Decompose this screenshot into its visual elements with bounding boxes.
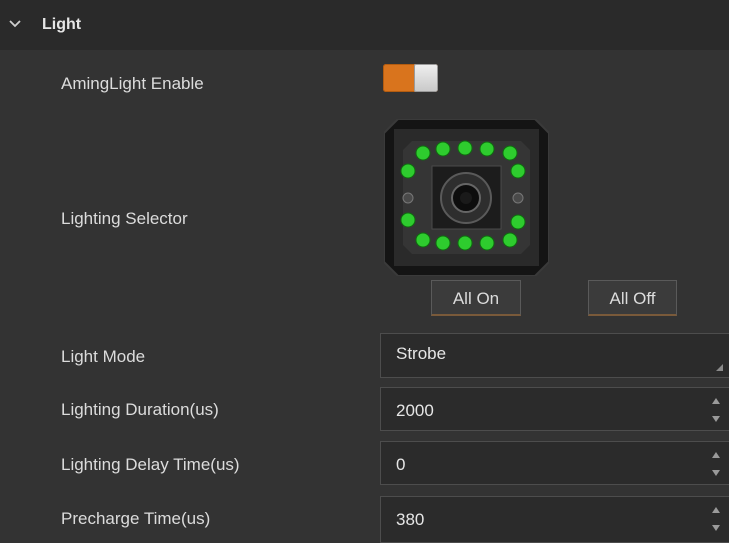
led[interactable] [457,140,473,156]
led[interactable] [479,235,495,251]
precharge-time-value: 380 [396,510,425,529]
lighting-selector-device[interactable] [384,119,549,276]
toggle-knob[interactable] [414,64,438,92]
lighting-duration-spinner[interactable] [711,396,721,426]
spin-down-icon[interactable] [711,468,721,478]
aming-light-enable-label: AmingLight Enable [61,74,204,93]
led[interactable] [415,232,431,248]
light-mode-label: Light Mode [61,347,146,366]
led[interactable] [479,141,495,157]
led[interactable] [510,163,526,179]
led-off[interactable] [512,192,524,204]
led[interactable] [510,214,526,230]
led[interactable] [400,163,416,179]
spin-up-icon[interactable] [711,505,721,515]
led[interactable] [435,141,451,157]
led[interactable] [457,235,473,251]
precharge-time-input[interactable]: 380 [380,496,729,543]
lighting-delay-input[interactable]: 0 [380,441,729,485]
spin-up-icon[interactable] [711,450,721,460]
lighting-duration-value: 2000 [396,401,434,420]
lighting-selector-label: Lighting Selector [61,209,188,228]
aming-light-enable-toggle[interactable] [383,64,438,92]
light-mode-dropdown[interactable]: Strobe [380,333,729,378]
led-off[interactable] [402,192,414,204]
led[interactable] [435,235,451,251]
section-title: Light [42,16,82,33]
spin-down-icon[interactable] [711,523,721,533]
spin-up-icon[interactable] [711,396,721,406]
dropdown-corner-icon [716,364,723,371]
lens-glass [460,192,472,204]
led[interactable] [502,232,518,248]
led[interactable] [502,145,518,161]
precharge-time-label: Precharge Time(us) [61,509,211,528]
chevron-down-icon[interactable] [8,18,22,30]
precharge-time-spinner[interactable] [711,505,721,535]
spin-down-icon[interactable] [711,414,721,424]
section-header-light[interactable]: Light [0,0,729,50]
led[interactable] [415,145,431,161]
lighting-duration-label: Lighting Duration(us) [61,400,219,419]
light-mode-value: Strobe [396,344,447,363]
lighting-duration-input[interactable]: 2000 [380,387,729,431]
lighting-delay-label: Lighting Delay Time(us) [61,455,240,474]
light-settings-panel: AmingLight Enable Lighting Selector All … [0,50,729,543]
all-off-button[interactable]: All Off [588,280,677,316]
all-on-button[interactable]: All On [431,280,521,316]
lighting-delay-value: 0 [396,455,406,474]
led[interactable] [400,212,416,228]
lighting-delay-spinner[interactable] [711,450,721,480]
